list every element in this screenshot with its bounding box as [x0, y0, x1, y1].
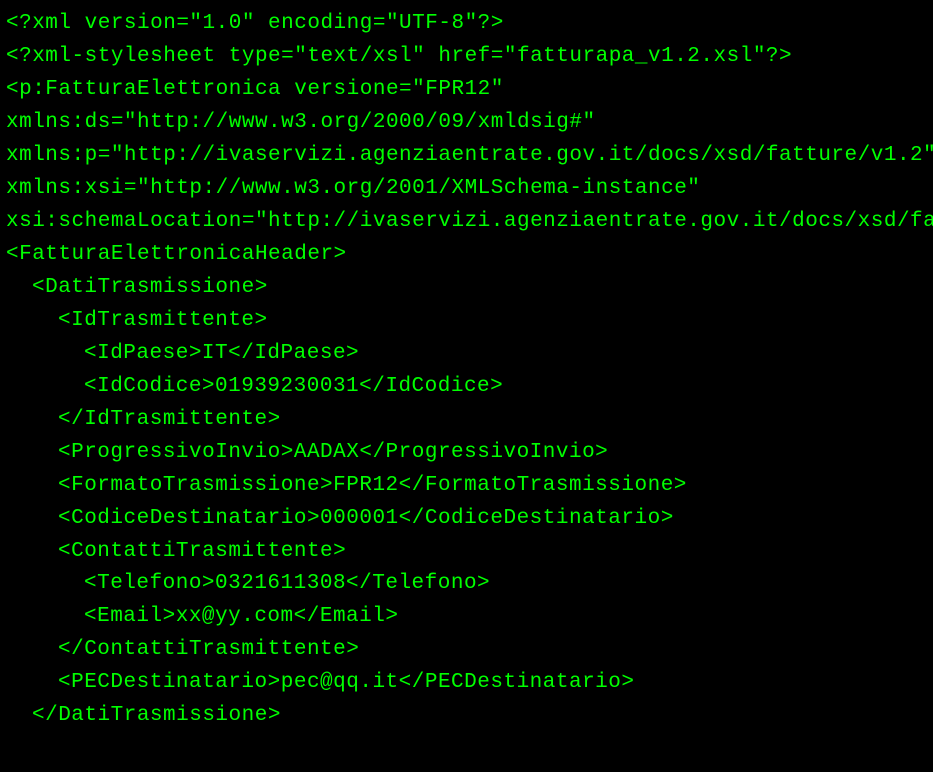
code-line: <?xml-stylesheet type="text/xsl" href="f… [6, 41, 933, 74]
code-line: <IdPaese>IT</IdPaese> [6, 338, 933, 371]
code-line: <?xml version="1.0" encoding="UTF-8"?> [6, 8, 933, 41]
code-line: <IdTrasmittente> [6, 305, 933, 338]
code-line: xsi:schemaLocation="http://ivaservizi.ag… [6, 206, 933, 239]
xml-code-viewer: <?xml version="1.0" encoding="UTF-8"?> <… [6, 8, 933, 764]
code-line: <Telefono>0321611308</Telefono> [6, 568, 933, 601]
code-line: xmlns:xsi="http://www.w3.org/2001/XMLSch… [6, 173, 933, 206]
code-line: </DatiTrasmissione> [6, 700, 933, 733]
code-line: <DatiTrasmissione> [6, 272, 933, 305]
code-line: <FatturaElettronicaHeader> [6, 239, 933, 272]
code-line: xmlns:ds="http://www.w3.org/2000/09/xmld… [6, 107, 933, 140]
code-line: <ContattiTrasmittente> [6, 536, 933, 569]
code-line: xmlns:p="http://ivaservizi.agenziaentrat… [6, 140, 933, 173]
code-line: </ContattiTrasmittente> [6, 634, 933, 667]
code-line: <Email>xx@yy.com</Email> [6, 601, 933, 634]
code-line: <FormatoTrasmissione>FPR12</FormatoTrasm… [6, 470, 933, 503]
code-line: <PECDestinatario>pec@qq.it</PECDestinata… [6, 667, 933, 700]
code-line: </IdTrasmittente> [6, 404, 933, 437]
code-line: <IdCodice>01939230031</IdCodice> [6, 371, 933, 404]
code-line: <CodiceDestinatario>000001</CodiceDestin… [6, 503, 933, 536]
code-line: <ProgressivoInvio>AADAX</ProgressivoInvi… [6, 437, 933, 470]
code-line: <p:FatturaElettronica versione="FPR12" [6, 74, 933, 107]
